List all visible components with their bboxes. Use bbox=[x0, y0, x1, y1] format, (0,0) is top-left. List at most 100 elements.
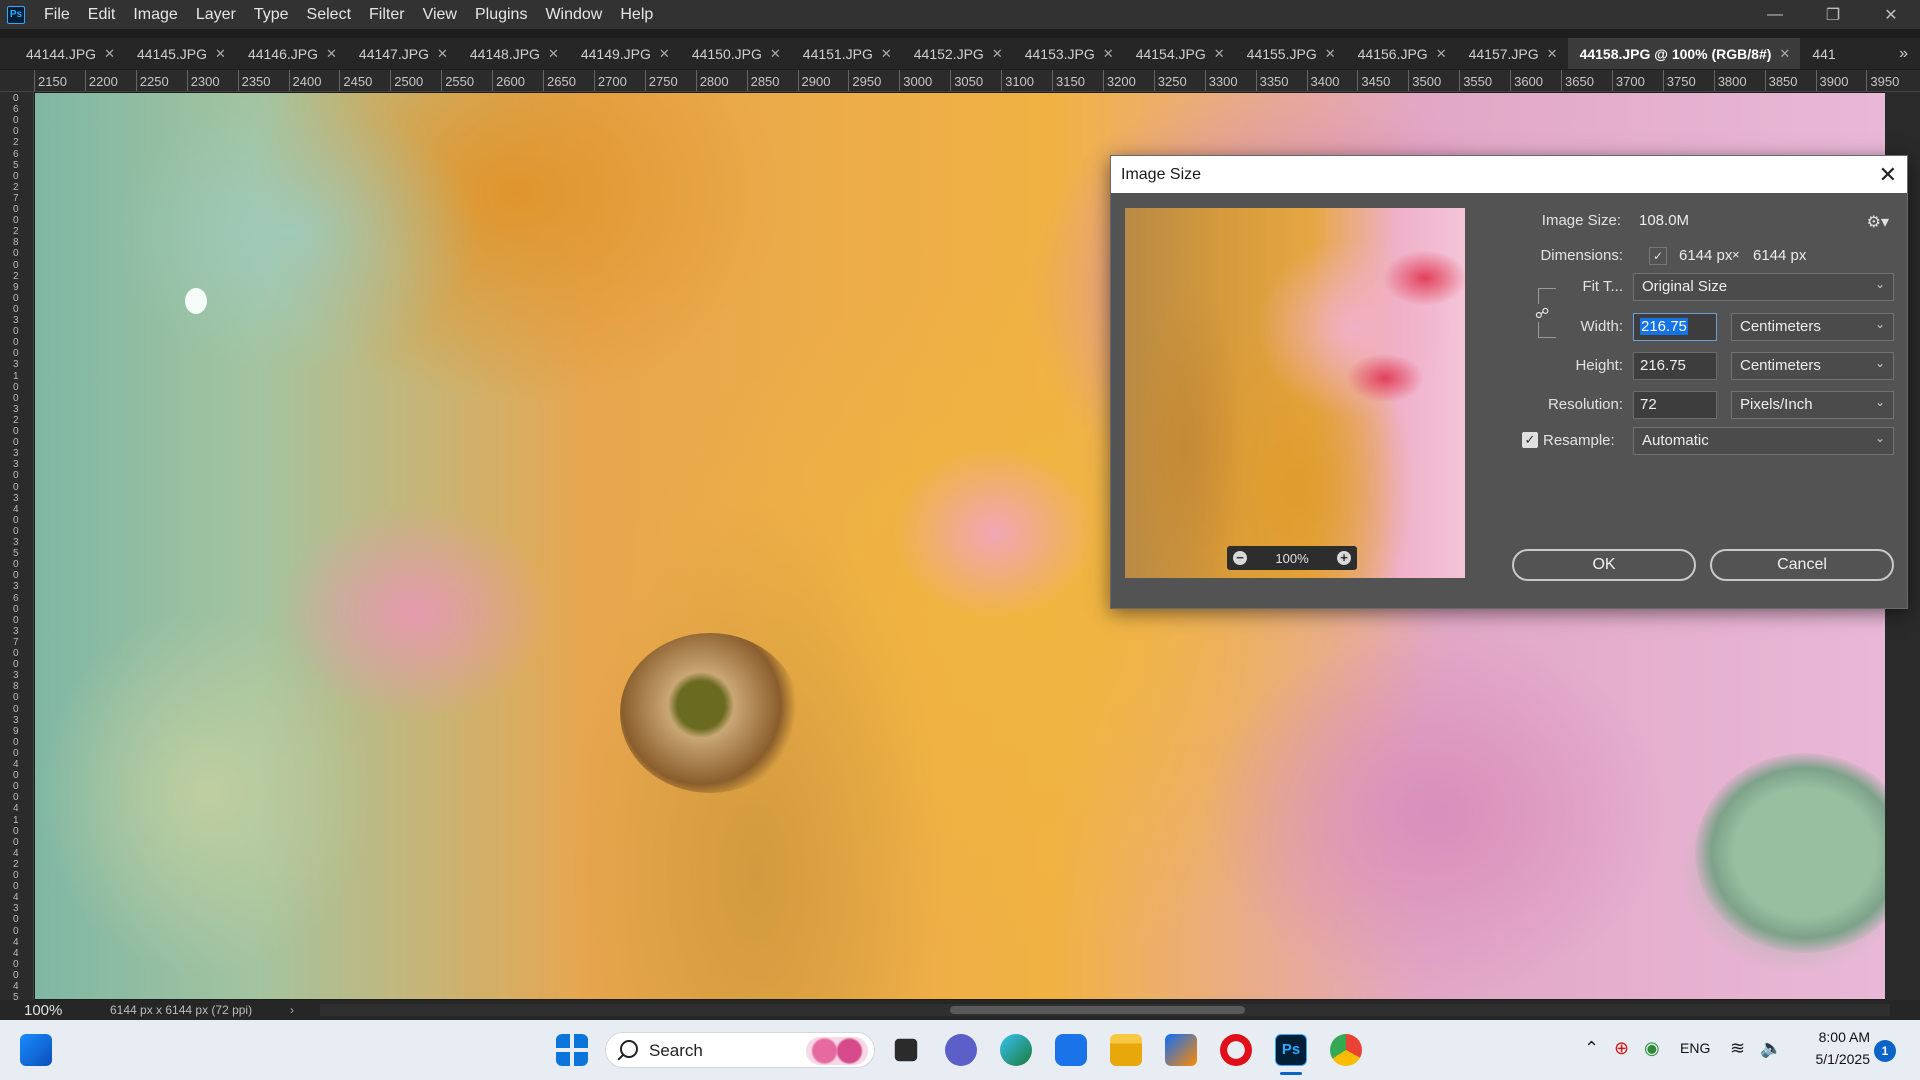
tray-overflow-icon[interactable]: ⌃ bbox=[1584, 1038, 1599, 1059]
tab-close-icon[interactable]: ✕ bbox=[1325, 46, 1336, 62]
tab-close-icon[interactable]: ✕ bbox=[104, 46, 115, 62]
resample-dropdown[interactable]: Automatic ⌄ bbox=[1633, 427, 1894, 455]
tab-close-icon[interactable]: ✕ bbox=[992, 46, 1003, 62]
notification-badge[interactable]: 1 bbox=[1874, 1040, 1896, 1062]
tab-overflow-icon[interactable]: » bbox=[1899, 38, 1908, 69]
tab-close-icon[interactable]: ✕ bbox=[1436, 46, 1447, 62]
document-tab[interactable]: 44158.JPG @ 100% (RGB/8#) ✕ bbox=[1567, 38, 1801, 69]
widgets-icon[interactable] bbox=[20, 1034, 52, 1066]
tab-close-icon[interactable]: ✕ bbox=[1547, 46, 1558, 62]
link-icon[interactable]: ☍ bbox=[1535, 304, 1549, 322]
clock-date[interactable]: 5/1/2025 bbox=[1790, 1051, 1871, 1067]
lens-icon[interactable] bbox=[1055, 1034, 1087, 1066]
horizontal-ruler[interactable]: 2150 2200 2250 2300 2350 2400 2450 2500 2550 2600… bbox=[0, 70, 1920, 92]
status-menu-icon[interactable]: › bbox=[290, 1003, 320, 1017]
height-input[interactable]: 216.75 bbox=[1633, 352, 1717, 380]
fit-to-dropdown[interactable]: Original Size ⌄ bbox=[1633, 273, 1894, 301]
ruler-tick-label: 3500 bbox=[1412, 74, 1442, 89]
horizontal-scrollbar-thumb[interactable] bbox=[950, 1006, 1245, 1014]
tab-close-icon[interactable]: ✕ bbox=[326, 46, 337, 62]
language-indicator[interactable]: ENG bbox=[1680, 1040, 1710, 1056]
store-icon[interactable] bbox=[1165, 1034, 1197, 1066]
minimize-icon[interactable]: — bbox=[1746, 0, 1804, 29]
volume-icon[interactable]: 🔈 bbox=[1760, 1038, 1782, 1059]
edge-icon[interactable] bbox=[1000, 1034, 1032, 1066]
menu-image[interactable]: Image bbox=[124, 0, 186, 29]
image-preview[interactable]: − 100% + bbox=[1125, 208, 1465, 578]
close-window-icon[interactable]: ✕ bbox=[1862, 0, 1920, 29]
dimensions-dropdown-icon[interactable]: ✓ bbox=[1649, 247, 1667, 265]
tab-close-icon[interactable]: ✕ bbox=[548, 46, 559, 62]
tab-close-icon[interactable]: ✕ bbox=[437, 46, 448, 62]
document-tab[interactable]: 44146.JPG ✕ bbox=[236, 38, 347, 69]
photoshop-taskbar-icon[interactable]: Ps bbox=[1275, 1034, 1307, 1066]
document-tab[interactable]: 44151.JPG ✕ bbox=[791, 38, 902, 69]
restore-icon[interactable]: ❐ bbox=[1804, 0, 1862, 29]
tab-close-icon[interactable]: ✕ bbox=[1779, 46, 1790, 62]
menu-select[interactable]: Select bbox=[298, 0, 360, 29]
menu-filter[interactable]: Filter bbox=[360, 0, 414, 29]
menu-edit[interactable]: Edit bbox=[79, 0, 125, 29]
width-input[interactable]: 216.75 bbox=[1633, 313, 1717, 341]
zoom-in-icon[interactable]: + bbox=[1337, 551, 1351, 565]
close-icon[interactable]: ✕ bbox=[1879, 162, 1897, 188]
ruler-tick-label: 3550 bbox=[1463, 74, 1493, 89]
document-tab[interactable]: 44156.JPG ✕ bbox=[1346, 38, 1457, 69]
document-tab[interactable]: 44147.JPG ✕ bbox=[347, 38, 458, 69]
ruler-tick-label: 9 bbox=[13, 281, 19, 293]
document-tab[interactable]: 44150.JPG ✕ bbox=[680, 38, 791, 69]
tab-close-icon[interactable]: ✕ bbox=[659, 46, 670, 62]
tab-close-icon[interactable]: ✕ bbox=[1103, 46, 1114, 62]
zoom-level[interactable]: 100% bbox=[0, 1002, 110, 1019]
resolution-input[interactable]: 72 bbox=[1633, 391, 1717, 419]
taskbar-search-box[interactable]: Search bbox=[605, 1032, 875, 1068]
height-label: Height: bbox=[1575, 357, 1623, 374]
document-tab[interactable]: 44157.JPG ✕ bbox=[1457, 38, 1568, 69]
opera-icon[interactable] bbox=[1220, 1034, 1252, 1066]
width-unit-dropdown[interactable]: Centimeters ⌄ bbox=[1731, 313, 1894, 341]
tab-close-icon[interactable]: ✕ bbox=[215, 46, 226, 62]
document-tab[interactable]: 441 bbox=[1800, 38, 1845, 69]
tray-app-icon[interactable]: ⊕ bbox=[1614, 1038, 1629, 1059]
wifi-icon[interactable]: ≋ bbox=[1730, 1038, 1745, 1059]
menu-type[interactable]: Type bbox=[245, 0, 298, 29]
task-view-icon[interactable] bbox=[894, 1038, 918, 1062]
cancel-button[interactable]: Cancel bbox=[1710, 549, 1894, 581]
document-tab[interactable]: 44145.JPG ✕ bbox=[125, 38, 236, 69]
dialog-titlebar[interactable]: Image Size ✕ bbox=[1111, 156, 1907, 193]
file-explorer-icon[interactable] bbox=[1110, 1034, 1142, 1066]
ruler-tick-line bbox=[1204, 70, 1206, 91]
tab-label: 44158.JPG @ 100% (RGB/8#) bbox=[1579, 45, 1772, 62]
menu-layer[interactable]: Layer bbox=[187, 0, 245, 29]
document-tab[interactable]: 44149.JPG ✕ bbox=[569, 38, 680, 69]
horizontal-scrollbar[interactable] bbox=[320, 1004, 1890, 1016]
vertical-ruler[interactable]: 0600265027002800290030003100320033003400… bbox=[0, 92, 34, 1000]
document-tab[interactable]: 44153.JPG ✕ bbox=[1013, 38, 1124, 69]
menu-window[interactable]: Window bbox=[536, 0, 611, 29]
start-icon[interactable] bbox=[556, 1034, 588, 1066]
menu-view[interactable]: View bbox=[414, 0, 466, 29]
height-unit-dropdown[interactable]: Centimeters ⌄ bbox=[1731, 352, 1894, 380]
gear-icon[interactable]: ⚙▾ bbox=[1867, 212, 1889, 232]
menu-help[interactable]: Help bbox=[611, 0, 662, 29]
resolution-unit-dropdown[interactable]: Pixels/Inch ⌄ bbox=[1731, 391, 1894, 419]
ruler-tick-line bbox=[1611, 70, 1613, 91]
document-tab[interactable]: 44148.JPG ✕ bbox=[458, 38, 569, 69]
clock-time[interactable]: 8:00 AM bbox=[1790, 1029, 1870, 1045]
tab-close-icon[interactable]: ✕ bbox=[1214, 46, 1225, 62]
tray-security-icon[interactable]: ◉ bbox=[1644, 1038, 1660, 1059]
menu-file[interactable]: File bbox=[35, 0, 79, 29]
menu-plugins[interactable]: Plugins bbox=[466, 0, 536, 29]
tab-close-icon[interactable]: ✕ bbox=[881, 46, 892, 62]
ruler-tick-label: 0 bbox=[13, 825, 19, 837]
tab-close-icon[interactable]: ✕ bbox=[770, 46, 781, 62]
resample-checkbox[interactable]: ✓ bbox=[1522, 432, 1538, 448]
chrome-icon[interactable] bbox=[1330, 1034, 1362, 1066]
document-tab[interactable]: 44155.JPG ✕ bbox=[1235, 38, 1346, 69]
ok-button[interactable]: OK bbox=[1512, 549, 1696, 581]
document-tab[interactable]: 44144.JPG ✕ bbox=[14, 38, 125, 69]
document-tab[interactable]: 44154.JPG ✕ bbox=[1124, 38, 1235, 69]
zoom-out-icon[interactable]: − bbox=[1233, 551, 1247, 565]
meet-icon[interactable] bbox=[945, 1034, 977, 1066]
document-tab[interactable]: 44152.JPG ✕ bbox=[902, 38, 1013, 69]
